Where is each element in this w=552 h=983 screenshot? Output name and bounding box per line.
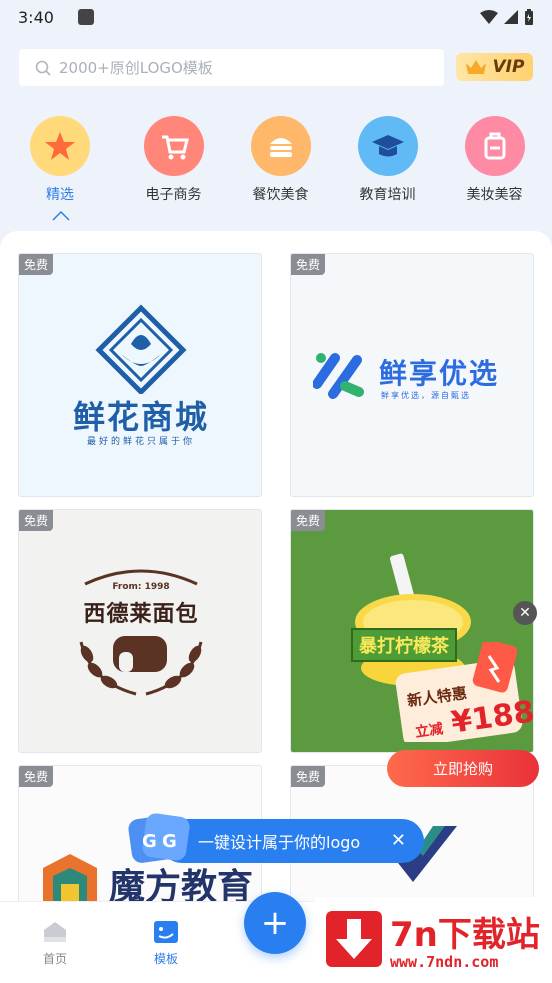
watermark-url: www.7ndn.com [390,953,499,971]
card-subtitle: From: 1998 [112,582,170,592]
logo-diamond-icon [95,304,187,394]
search-icon [35,60,51,76]
watermark-title: 7n下载站 [390,915,540,955]
watermark: 7n下载站 www.7ndn.com [314,897,552,983]
home-icon [44,922,66,942]
bread-wreath-icon [79,636,203,696]
vip-button[interactable]: VIP [456,53,533,81]
crown-icon [465,60,486,74]
category-beauty[interactable]: 美妆美容 [441,116,548,204]
graduation-cap-icon [357,116,418,176]
card-subtitle: 最好的鲜花只属于你 [86,437,195,447]
download-arrow-icon [326,911,382,967]
banner-close-button[interactable]: ✕ [391,830,406,851]
category-label: 精选 [46,187,74,203]
logo-check-icon [313,353,364,399]
banner-text: 一键设计属于你的logo [198,833,361,852]
status-bar: 3:40 [0,0,552,34]
status-time: 3:40 [18,7,54,27]
selected-indicator-icon [52,211,70,221]
card-subtitle: 鲜享优选，源自甄选 [381,391,471,400]
promo-buy-button[interactable]: 立即抢购 [387,750,539,787]
category-label: 餐饮美食 [252,187,309,203]
svg-text:G: G [162,831,177,852]
nav-templates[interactable]: 模板 [136,920,196,967]
category-label: 美妆美容 [466,187,523,203]
category-bar: 精选 电子商务 餐饮美食 教育培训 美妆美容 [0,116,552,204]
template-icon [154,921,178,943]
cube-logo-icon [43,854,97,904]
nav-label: 首页 [42,952,67,966]
free-badge: 免费 [19,254,54,275]
search-input[interactable]: 2000+原创LOGO模板 [19,49,444,86]
free-badge: 免费 [19,510,54,531]
logo-mascot-icon: G G [128,813,190,863]
design-logo-banner[interactable]: 一键设计属于你的logo ✕ [160,819,424,863]
category-label: 教育培训 [359,187,416,203]
free-badge: 免费 [291,766,326,787]
promo-close-button[interactable]: ✕ [513,601,537,625]
category-food[interactable]: 餐饮美食 [227,116,334,204]
wifi-icon [480,10,498,24]
free-badge: 免费 [291,510,326,531]
free-badge: 免费 [291,254,326,275]
card-title: 鲜享优选 [379,357,500,390]
burger-icon [250,116,311,176]
svg-text:G: G [142,831,157,852]
create-button[interactable]: + [244,892,306,954]
card-title: 鲜花商城 [72,398,209,436]
free-badge: 免费 [19,766,54,787]
category-featured[interactable]: 精选 [0,116,120,204]
template-card[interactable]: 免费 From: 1998 西德莱面包 [18,509,262,753]
cart-icon [143,116,204,176]
template-card[interactable]: 免费 鲜花商城 最好的鲜花只属于你 [18,253,262,497]
category-label: 电子商务 [145,187,202,203]
signal-icon [504,10,518,24]
notification-icon [77,9,94,25]
category-education[interactable]: 教育培训 [334,116,441,204]
battery-icon [525,9,533,25]
nav-home[interactable]: 首页 [25,920,85,967]
vip-label: VIP [492,57,525,77]
promo-card[interactable]: 新人特惠 立减 ¥188 [393,642,537,742]
lipstick-icon [464,116,525,176]
category-ecommerce[interactable]: 电子商务 [120,116,227,204]
promo-discount-label: 立减 [414,721,445,741]
search-placeholder: 2000+原创LOGO模板 [59,59,213,77]
nav-label: 模板 [153,952,178,966]
star-icon [30,116,90,176]
template-card[interactable]: 免费 鲜享优选 鲜享优选，源自甄选 [290,253,534,497]
